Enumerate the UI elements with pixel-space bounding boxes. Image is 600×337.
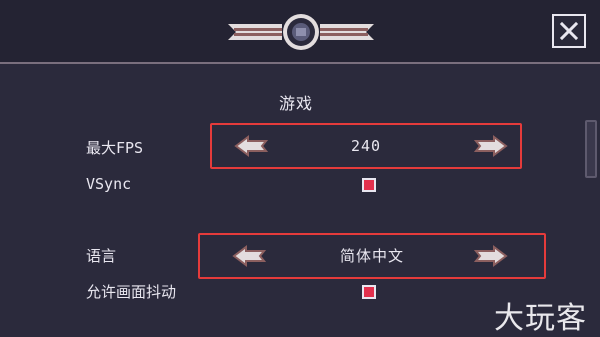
section-title: 游戏 xyxy=(278,94,313,113)
max-fps-label: 最大FPS xyxy=(86,139,144,157)
close-x-icon xyxy=(559,21,579,41)
badge-emblem-icon xyxy=(228,14,374,50)
arrow-right-icon[interactable] xyxy=(474,245,508,267)
close-button[interactable] xyxy=(552,14,586,48)
vsync-label: VSync xyxy=(86,175,132,193)
max-fps-selector[interactable]: 240 xyxy=(210,123,522,169)
screen-shake-checkbox[interactable] xyxy=(362,285,376,299)
setting-row-vsync: VSync xyxy=(0,164,560,204)
header-bar xyxy=(0,0,600,64)
watermark-text: 大玩客 xyxy=(494,301,587,336)
screen-shake-label: 允许画面抖动 xyxy=(86,283,177,301)
scrollbar-thumb[interactable] xyxy=(585,120,597,178)
language-label: 语言 xyxy=(86,247,117,265)
settings-screen: 游戏 最大FPS 240 VSync 语言 简体中文 允许画面抖动 大玩客 xyxy=(0,0,600,337)
setting-row-screen-shake: 允许画面抖动 xyxy=(0,272,560,312)
vsync-checkbox[interactable] xyxy=(362,178,376,192)
arrow-right-icon[interactable] xyxy=(474,135,508,157)
